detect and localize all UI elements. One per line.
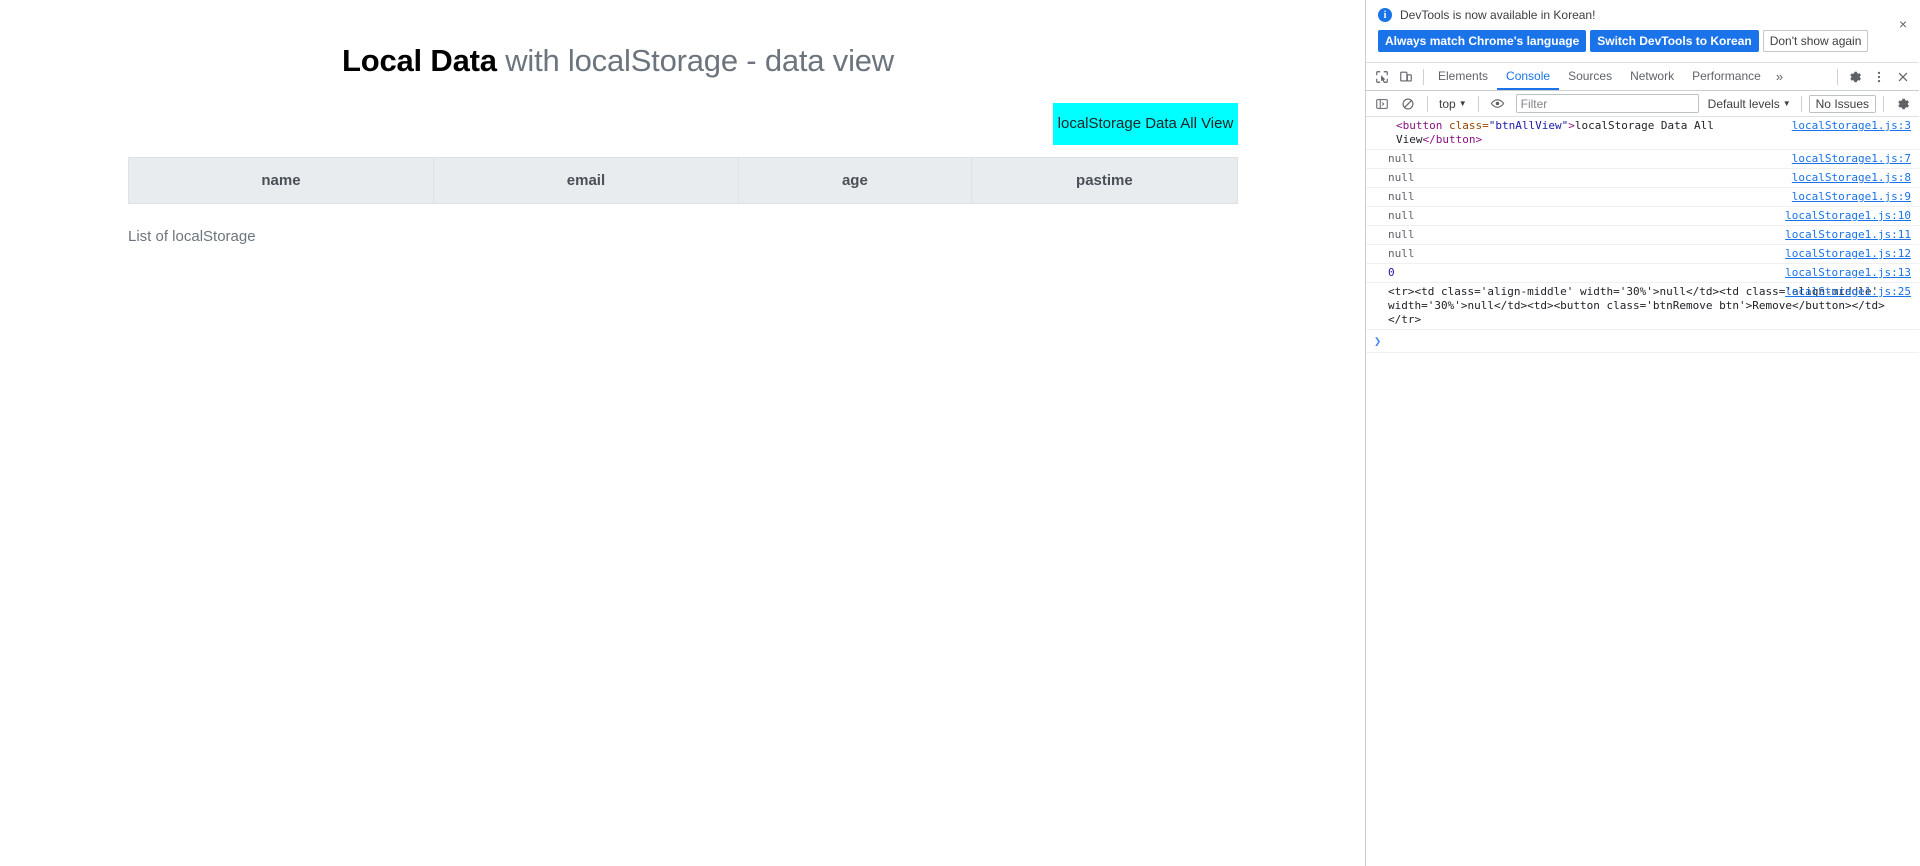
console-message[interactable]: null localStorage1.js:10 <box>1366 207 1919 226</box>
notification-button-0[interactable]: Always match Chrome's language <box>1378 30 1587 52</box>
tab-bar-right-actions <box>1832 65 1915 89</box>
execution-context-selector[interactable]: top ▼ <box>1435 97 1471 111</box>
console-message-source-link[interactable]: localStorage1.js:7 <box>1792 152 1911 166</box>
devtools-tab-bar: Elements Console Sources Network Performance… <box>1366 63 1919 91</box>
console-toolbar: top ▼ Default levels ▼ No Issues <box>1366 91 1919 117</box>
column-header-pastime[interactable]: pastime <box>970 157 1239 205</box>
toolbar-row: localStorage Data All View <box>0 103 1365 146</box>
data-table-container: name email age pastime <box>0 157 1365 205</box>
console-message-text: null <box>1388 209 1415 222</box>
console-message[interactable]: null localStorage1.js:8 <box>1366 169 1919 188</box>
console-message[interactable]: <button class="btnAllView">localStorage … <box>1366 117 1919 150</box>
chevron-down-icon-levels: ▼ <box>1782 99 1791 108</box>
console-message[interactable]: 0 localStorage1.js:13 <box>1366 264 1919 283</box>
notification-button-1[interactable]: Switch DevTools to Korean <box>1590 30 1759 52</box>
console-toolbar-divider-4 <box>1883 95 1884 112</box>
console-message-text: null <box>1388 171 1415 184</box>
console-message-text: null <box>1388 228 1415 241</box>
column-header-age[interactable]: age <box>737 157 972 205</box>
console-sidebar-icon[interactable] <box>1370 92 1394 116</box>
localstorage-data-table: name email age pastime <box>128 157 1239 205</box>
gear-icon[interactable] <box>1843 65 1867 89</box>
console-message[interactable]: null localStorage1.js:12 <box>1366 245 1919 264</box>
console-settings-gear-icon[interactable] <box>1891 92 1915 116</box>
toolbar-divider-right <box>1837 68 1838 85</box>
console-toolbar-divider-2 <box>1477 95 1479 112</box>
close-icon[interactable]: × <box>1893 16 1909 32</box>
tab-performance[interactable]: Performance <box>1683 63 1770 90</box>
browser-window: Local Data with localStorage - data view… <box>0 0 1920 866</box>
console-message-source-link[interactable]: localStorage1.js:13 <box>1785 266 1911 280</box>
more-options-icon[interactable] <box>1867 65 1891 89</box>
inspect-element-icon[interactable] <box>1370 65 1394 89</box>
column-header-email[interactable]: email <box>432 157 739 205</box>
clear-console-icon[interactable] <box>1396 92 1420 116</box>
tab-list: Elements Console Sources Network Performance <box>1429 63 1770 90</box>
table-header-row: name email age pastime <box>128 157 1239 205</box>
list-of-localstorage-caption: List of localStorage <box>128 228 256 246</box>
more-tabs-icon[interactable]: » <box>1770 69 1789 84</box>
console-prompt-arrow-icon: ❯ <box>1374 334 1382 348</box>
console-message[interactable]: <tr><td class='align-middle' width='30%'… <box>1366 283 1919 330</box>
console-toolbar-divider-3 <box>1800 95 1802 112</box>
toolbar-divider <box>1423 68 1424 85</box>
tab-elements[interactable]: Elements <box>1429 63 1497 90</box>
console-message-source-link[interactable]: localStorage1.js:25 <box>1785 285 1911 299</box>
console-message-source-link[interactable]: localStorage1.js:3 <box>1792 119 1911 133</box>
console-prompt[interactable]: ❯ <box>1366 330 1919 353</box>
notification-message-row: i DevTools is now available in Korean! <box>1378 8 1907 22</box>
tab-network[interactable]: Network <box>1621 63 1683 90</box>
console-message[interactable]: null localStorage1.js:9 <box>1366 188 1919 207</box>
devtools-panel: i DevTools is now available in Korean! A… <box>1366 0 1919 866</box>
tab-sources[interactable]: Sources <box>1559 63 1621 90</box>
localstorage-all-view-button[interactable]: localStorage Data All View <box>1053 103 1238 146</box>
console-filter-input[interactable] <box>1515 94 1699 113</box>
notification-actions: Always match Chrome's language Switch Dev… <box>1378 30 1907 52</box>
console-message-text: null <box>1388 190 1415 203</box>
close-devtools-icon[interactable] <box>1891 65 1915 89</box>
console-message-source-link[interactable]: localStorage1.js:11 <box>1785 228 1911 242</box>
console-message-source-link[interactable]: localStorage1.js:9 <box>1792 190 1911 204</box>
log-levels-selector[interactable]: Default levels ▼ <box>1705 97 1794 111</box>
console-message-source-link[interactable]: localStorage1.js:8 <box>1792 171 1911 185</box>
log-levels-label: Default levels <box>1707 96 1780 111</box>
devtools-language-notification: i DevTools is now available in Korean! A… <box>1366 0 1919 63</box>
console-toolbar-divider <box>1427 95 1428 112</box>
device-toolbar-icon[interactable] <box>1394 65 1418 89</box>
page-content: Local Data with localStorage - data view… <box>0 42 1365 246</box>
console-message-text: null <box>1388 152 1415 165</box>
console-message-text: null <box>1388 247 1415 260</box>
info-icon: i <box>1378 8 1392 22</box>
console-message[interactable]: null localStorage1.js:11 <box>1366 226 1919 245</box>
page-title-rest: with localStorage - data view <box>496 43 894 78</box>
notification-button-2[interactable]: Don't show again <box>1762 30 1869 52</box>
page-title-strong: Local Data <box>342 43 497 78</box>
tab-console[interactable]: Console <box>1497 63 1560 90</box>
execution-context-label: top <box>1439 96 1456 111</box>
console-message-list[interactable]: <button class="btnAllView">localStorage … <box>1366 117 1919 866</box>
table-head: name email age pastime <box>128 157 1239 205</box>
chevron-down-icon: ▼ <box>1458 99 1467 108</box>
issues-button[interactable]: No Issues <box>1808 94 1876 113</box>
console-message-source-link[interactable]: localStorage1.js:12 <box>1785 247 1911 261</box>
notification-message: DevTools is now available in Korean! <box>1400 8 1596 22</box>
console-message-source-link[interactable]: localStorage1.js:10 <box>1785 209 1911 223</box>
column-header-name[interactable]: name <box>128 157 434 205</box>
console-message-text: 0 <box>1388 266 1395 279</box>
web-page-viewport: Local Data with localStorage - data view… <box>0 0 1366 866</box>
page-title: Local Data with localStorage - data view <box>0 42 1365 79</box>
console-message-text: <button class="btnAllView">localStorage … <box>1396 119 1721 146</box>
live-expression-eye-icon[interactable] <box>1486 92 1510 116</box>
console-message[interactable]: null localStorage1.js:7 <box>1366 150 1919 169</box>
